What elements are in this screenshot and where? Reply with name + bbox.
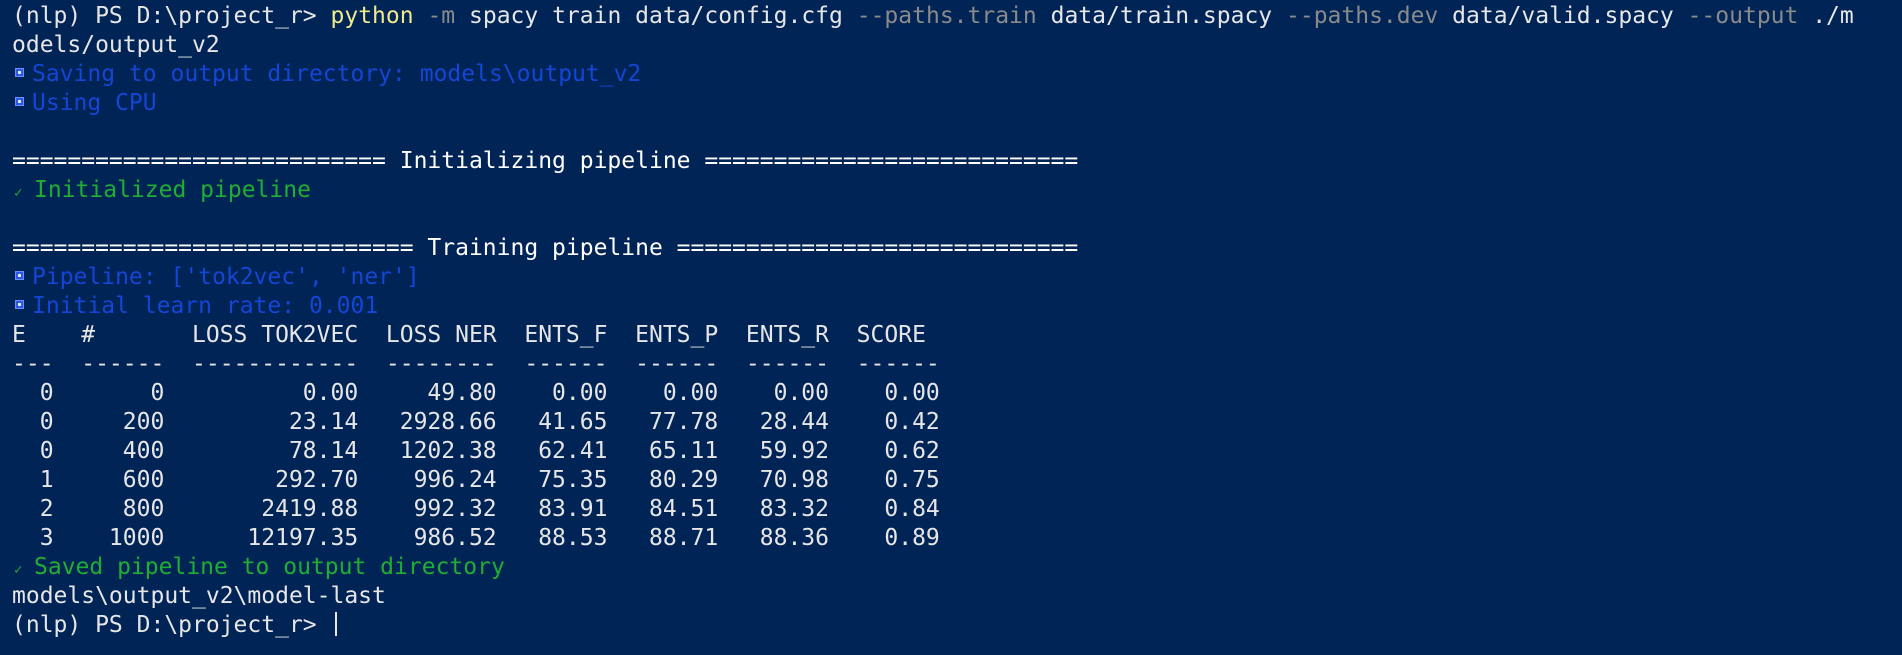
success-line-initialized: ✓ Initialized pipeline <box>12 176 1902 205</box>
table-row: 3 1000 12197.35 986.52 88.53 88.71 88.36… <box>12 525 940 551</box>
train-header: ============================= Training p… <box>12 235 1079 261</box>
success-line-saved: ✓ Saved pipeline to output directory <box>12 553 1902 582</box>
flag-paths-dev: --paths.dev <box>1286 3 1439 29</box>
success-text: Initialized pipeline <box>34 177 311 203</box>
train-path: data/train.spacy <box>1036 3 1286 29</box>
command-line-wrap: odels/output_v2 <box>12 32 220 58</box>
command-line: (nlp) PS D:\project_r> python -m spacy t… <box>12 2 1902 31</box>
init-header: =========================== Initializing… <box>12 148 1079 174</box>
table-header: E # LOSS TOK2VEC LOSS NER ENTS_F ENTS_P … <box>12 322 940 348</box>
table-row: 0 400 78.14 1202.38 62.41 65.11 59.92 0.… <box>12 438 940 464</box>
info-text: Pipeline: ['tok2vec', 'ner'] <box>32 264 420 290</box>
info-icon <box>15 68 24 77</box>
check-icon: ✓ <box>14 562 23 578</box>
final-prompt-line[interactable]: (nlp) PS D:\project_r> <box>12 611 1902 640</box>
command-train: spacy train data/config.cfg <box>455 3 857 29</box>
check-icon: ✓ <box>14 185 23 201</box>
info-icon <box>15 97 24 106</box>
table-row: 0 200 23.14 2928.66 41.65 77.78 28.44 0.… <box>12 409 940 435</box>
info-line-cpu: Using CPU <box>12 89 1902 118</box>
table-row: 2 800 2419.88 992.32 83.91 84.51 83.32 0… <box>12 496 940 522</box>
info-icon <box>15 271 24 280</box>
info-text: Using CPU <box>32 90 157 116</box>
command-python: python <box>330 3 414 29</box>
success-text: Saved pipeline to output directory <box>34 554 505 580</box>
info-text: Initial learn rate: 0.001 <box>32 293 379 319</box>
info-line-pipeline: Pipeline: ['tok2vec', 'ner'] <box>12 263 1902 292</box>
table-row: 0 0 0.00 49.80 0.00 0.00 0.00 0.00 <box>12 380 940 406</box>
flag-paths-train: --paths.train <box>856 3 1037 29</box>
table-rule: --- ------ ------------ -------- ------ … <box>12 351 940 377</box>
info-line-learn-rate: Initial learn rate: 0.001 <box>12 292 1902 321</box>
flag-output: --output <box>1687 3 1799 29</box>
info-line-output-dir: Saving to output directory: models\outpu… <box>12 60 1902 89</box>
flag-m: -m <box>427 3 456 29</box>
info-icon <box>15 300 24 309</box>
output-path-start: ./m <box>1798 3 1854 29</box>
terminal-window[interactable]: (nlp) PS D:\project_r> python -m spacy t… <box>0 0 1902 655</box>
dev-path: data/valid.spacy <box>1438 3 1688 29</box>
table-row: 1 600 292.70 996.24 75.35 80.29 70.98 0.… <box>12 467 940 493</box>
text-cursor <box>334 611 337 636</box>
prompt: (nlp) PS D:\project_r> <box>12 3 331 29</box>
prompt: (nlp) PS D:\project_r> <box>12 612 331 638</box>
saved-path: models\output_v2\model-last <box>12 583 386 609</box>
info-text: Saving to output directory: models\outpu… <box>32 61 642 87</box>
